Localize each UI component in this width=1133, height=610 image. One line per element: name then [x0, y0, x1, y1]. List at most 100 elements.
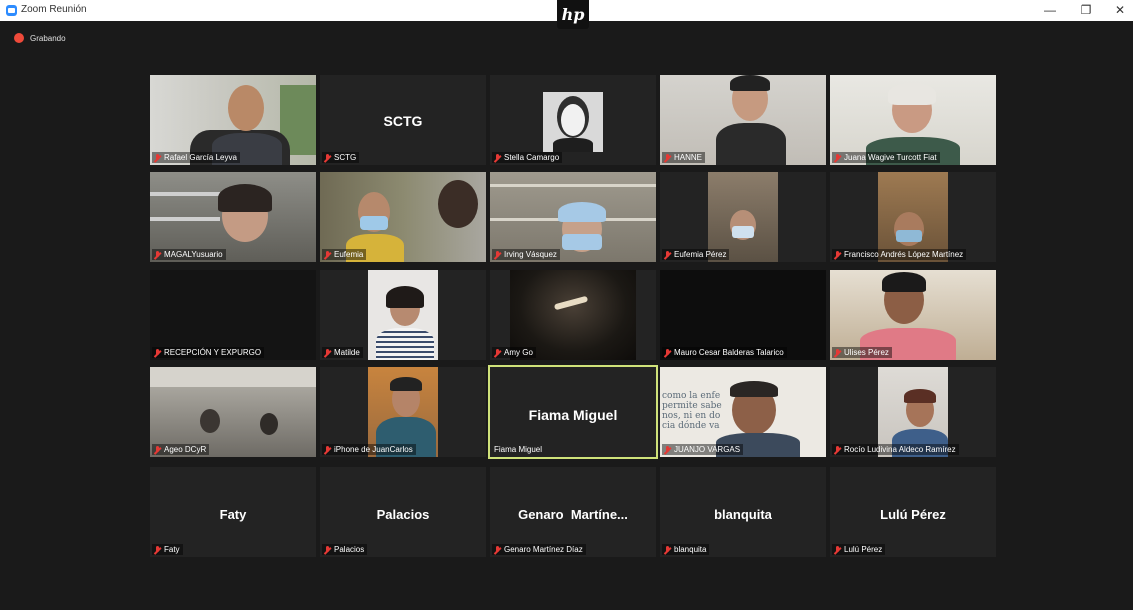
mic-muted-icon — [664, 250, 671, 259]
participant-name: Amy Go — [492, 347, 536, 358]
mic-muted-icon — [324, 545, 331, 554]
mask — [360, 216, 388, 230]
shelf — [150, 192, 220, 196]
mic-muted-icon — [664, 348, 671, 357]
participant-name: Eufemia — [322, 249, 367, 260]
participant-name: Irving Vásquez — [492, 249, 560, 260]
shirt — [716, 123, 786, 165]
participant-tile[interactable]: Rocío Ludivina Aldeco Ramírez — [830, 367, 996, 457]
participant-display-name: blanquita — [714, 507, 772, 522]
mic-muted-icon — [324, 153, 331, 162]
participant-tile[interactable]: MAGALYusuario — [150, 172, 316, 262]
hair — [882, 272, 926, 292]
participant-tile[interactable]: Irving Vásquez — [490, 172, 656, 262]
participant-tile[interactable]: Ulises Pérez — [830, 270, 996, 360]
participant-name: RECEPCIÓN Y EXPURGO — [152, 347, 265, 358]
mic-muted-icon — [494, 348, 501, 357]
mic-muted-icon — [834, 348, 841, 357]
mic-muted-icon — [154, 250, 161, 259]
mask — [732, 226, 754, 238]
participant-name: JUANJO VARGAS — [662, 444, 744, 455]
mic-muted-icon — [664, 445, 671, 454]
shelf — [490, 184, 656, 187]
window-title: Zoom Reunión — [21, 4, 87, 15]
participant-name: Genaro Martínez Díaz — [492, 544, 586, 555]
hair — [904, 389, 936, 403]
participant-tile[interactable]: Eufemia — [320, 172, 486, 262]
participant-tile[interactable]: Mauro Cesar Balderas Talarico — [660, 270, 826, 360]
mic-muted-icon — [834, 153, 841, 162]
participant-tile[interactable]: Stella Camargo — [490, 75, 656, 165]
participant-tile[interactable]: iPhone de JuanCarlos — [320, 367, 486, 457]
mic-muted-icon — [664, 153, 671, 162]
participant-tile[interactable]: Palacios Palacios — [320, 467, 486, 557]
participant-tile[interactable]: Lulú Pérez Lulú Pérez — [830, 467, 996, 557]
mic-muted-icon — [834, 445, 841, 454]
participant-tile[interactable]: Juana Wagive Turcott Fiat — [830, 75, 996, 165]
participant-display-name: Faty — [219, 507, 247, 522]
mic-muted-icon — [494, 153, 501, 162]
maximize-button[interactable]: ❐ — [1076, 3, 1096, 17]
participant-tile[interactable]: Eufemia Pérez — [660, 172, 826, 262]
participant-tile[interactable]: como la enfe permite sabe nos, ni en do … — [660, 367, 826, 457]
person — [200, 409, 220, 433]
profile-photo — [543, 92, 603, 152]
participant-tile[interactable]: HANNE — [660, 75, 826, 165]
shelf — [150, 217, 220, 221]
participant-name: SCTG — [322, 152, 360, 163]
mic-muted-icon — [154, 348, 161, 357]
hair — [386, 286, 424, 308]
mic-muted-icon — [834, 545, 841, 554]
participant-name: blanquita — [662, 544, 710, 555]
zoom-app-icon — [6, 5, 17, 16]
ceiling — [150, 367, 316, 387]
hair — [730, 75, 770, 91]
mic-muted-icon — [154, 153, 161, 162]
participant-name: Eufemia Pérez — [662, 249, 730, 260]
participant-name: Mauro Cesar Balderas Talarico — [662, 347, 787, 358]
participant-tile[interactable]: SCTG SCTG — [320, 75, 486, 165]
hp-logo: hp — [557, 0, 589, 29]
mask — [562, 234, 602, 250]
mic-muted-icon — [494, 545, 501, 554]
participant-display-name: Fiama Miguel — [528, 407, 618, 423]
participant-name: Matilde — [322, 347, 363, 358]
cap — [558, 202, 606, 222]
participant-name: iPhone de JuanCarlos — [322, 444, 416, 455]
participant-tile[interactable]: Faty Faty — [150, 467, 316, 557]
face — [438, 180, 478, 228]
close-button[interactable]: ✕ — [1110, 3, 1130, 17]
hair — [218, 184, 272, 212]
participant-tile[interactable]: Rafael García Leyva — [150, 75, 316, 165]
hair — [390, 377, 422, 391]
minimize-button[interactable]: — — [1040, 3, 1060, 17]
mask — [896, 230, 922, 242]
participant-name: Francisco Andrés López Martínez — [832, 249, 967, 260]
participant-tile[interactable]: Ageo DCyR — [150, 367, 316, 457]
participant-name: Rocío Ludivina Aldeco Ramírez — [832, 444, 959, 455]
participant-name: Ulises Pérez — [832, 347, 892, 358]
mic-muted-icon — [324, 250, 331, 259]
participant-name: HANNE — [662, 152, 706, 163]
participant-display-name: Genaro Martíne... — [518, 507, 628, 522]
participant-tile-active-speaker[interactable]: Fiama Miguel Fiama Miguel — [488, 365, 658, 459]
participant-display-name: Lulú Pérez — [880, 507, 946, 522]
participant-tile[interactable]: Francisco Andrés López Martínez — [830, 172, 996, 262]
mic-muted-icon — [324, 445, 331, 454]
participant-name: Fiama Miguel — [494, 445, 543, 454]
mic-muted-icon — [834, 250, 841, 259]
recording-indicator[interactable]: Grabando — [14, 32, 66, 44]
participant-name: Stella Camargo — [492, 152, 563, 163]
person — [260, 413, 278, 435]
participant-tile[interactable]: Genaro Martíne... Genaro Martínez Díaz — [490, 467, 656, 557]
participant-name: Ageo DCyR — [152, 444, 210, 455]
participant-tile[interactable]: blanquita blanquita — [660, 467, 826, 557]
hair — [730, 381, 778, 397]
participant-tile[interactable]: RECEPCIÓN Y EXPURGO — [150, 270, 316, 360]
participant-tile[interactable]: Matilde — [320, 270, 486, 360]
background-text: como la enfe permite sabe nos, ni en do … — [662, 391, 722, 431]
participant-tile[interactable]: Amy Go — [490, 270, 656, 360]
participant-display-name: SCTG — [383, 113, 423, 129]
participant-name: Rafael García Leyva — [152, 152, 240, 163]
hair — [888, 83, 936, 105]
